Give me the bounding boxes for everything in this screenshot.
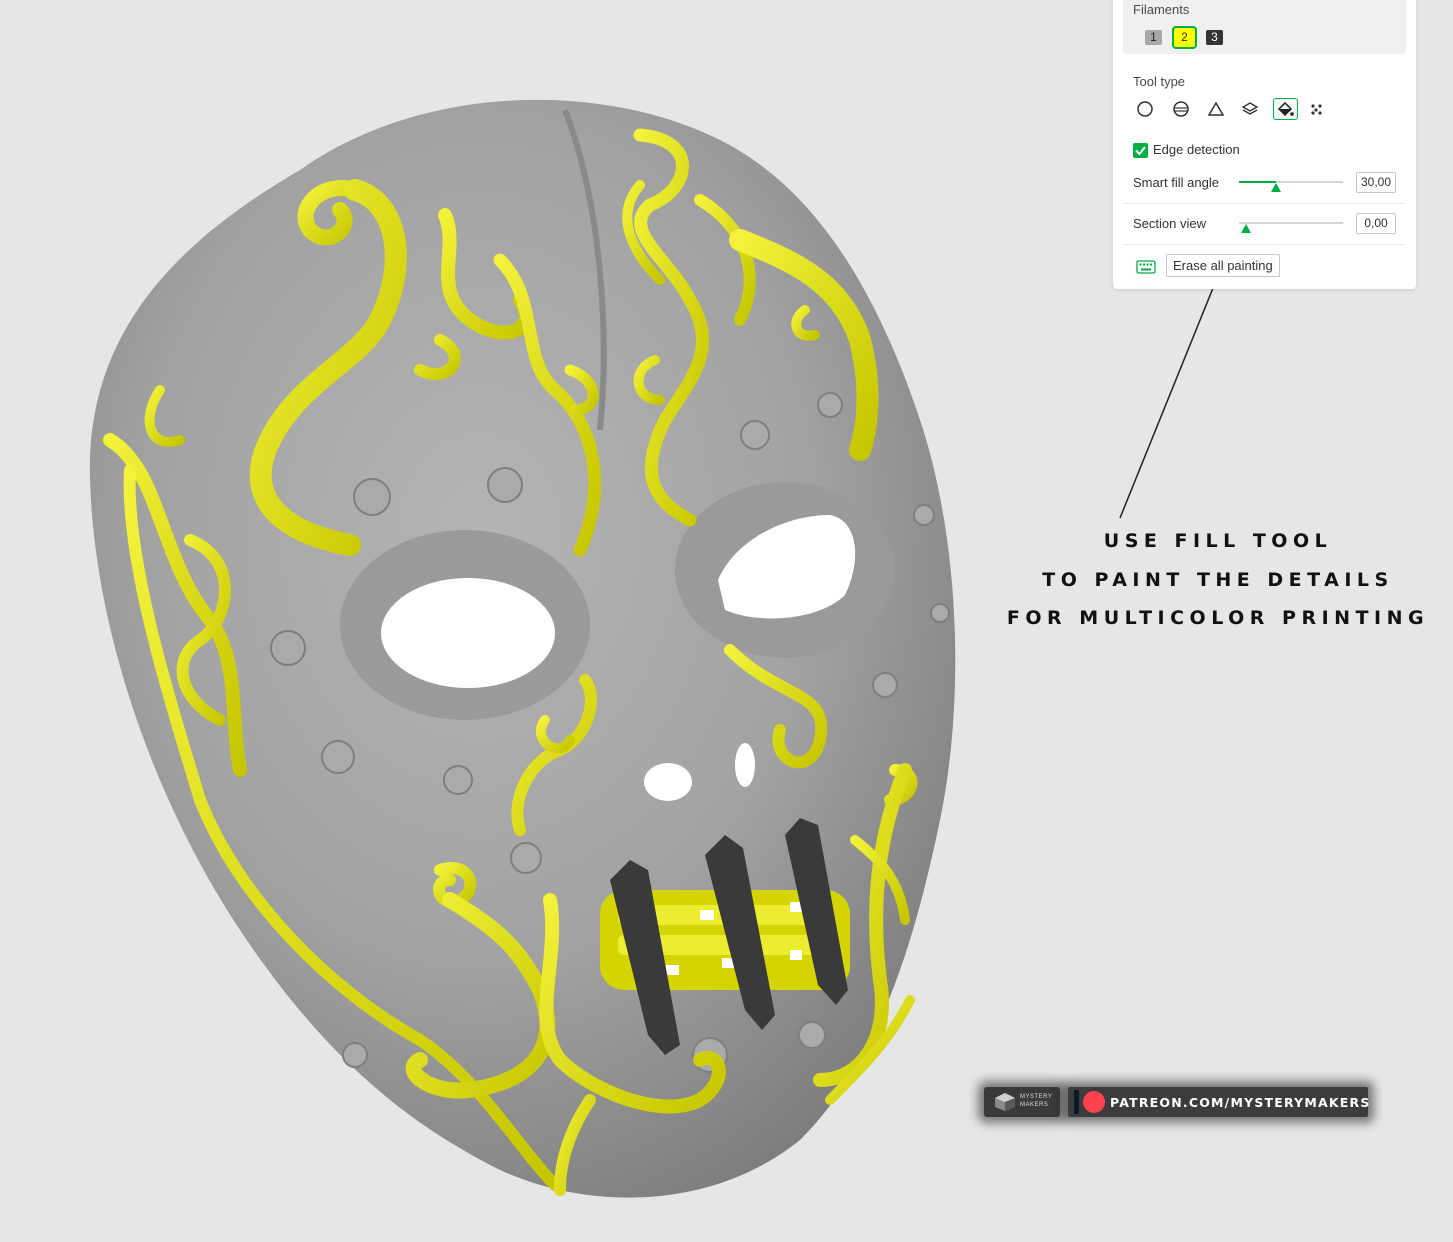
section-view-slider[interactable] bbox=[1239, 222, 1343, 233]
filament-3-button[interactable]: 3 bbox=[1206, 30, 1223, 45]
logo-line-1: MYSTERY bbox=[1020, 1094, 1053, 1100]
left-eye-hole bbox=[381, 578, 555, 688]
filaments-section: Filaments 1 2 3 bbox=[1123, 0, 1406, 54]
circle-tool-button[interactable] bbox=[1133, 98, 1157, 120]
paint-panel: Filaments 1 2 3 Tool type Edge detection… bbox=[1113, 0, 1416, 289]
triangle-tool-button[interactable] bbox=[1204, 98, 1228, 120]
smart-fill-angle-input[interactable]: 30,00 bbox=[1356, 172, 1396, 193]
divider bbox=[1123, 203, 1406, 204]
filament-2-button[interactable]: 2 bbox=[1172, 26, 1197, 49]
section-view-input[interactable]: 0,00 bbox=[1356, 213, 1396, 234]
logo-line-2: MAKERS bbox=[1020, 1102, 1049, 1108]
annotation-line-2: TO PAINT THE DETAILS bbox=[1042, 568, 1394, 591]
checkmark-icon bbox=[1135, 146, 1146, 156]
cube-logo-icon bbox=[995, 1093, 1015, 1111]
fill-tool-button[interactable] bbox=[1273, 98, 1298, 120]
edge-detection-checkbox[interactable] bbox=[1133, 143, 1148, 158]
patreon-banner: PATREON.COM/MYSTERYMAKERS bbox=[1068, 1087, 1371, 1117]
section-view-slider-thumb[interactable] bbox=[1241, 224, 1251, 233]
patreon-url: PATREON.COM/MYSTERYMAKERS bbox=[1110, 1095, 1371, 1110]
erase-all-painting-button[interactable]: Erase all painting bbox=[1166, 254, 1280, 277]
smart-fill-angle-label: Smart fill angle bbox=[1133, 175, 1219, 190]
tool-type-label: Tool type bbox=[1133, 74, 1186, 89]
height-range-tool-button[interactable] bbox=[1238, 98, 1262, 120]
sphere-tool-button[interactable] bbox=[1169, 98, 1193, 120]
gap-fill-tool-button[interactable] bbox=[1305, 98, 1329, 120]
smart-fill-angle-slider-thumb[interactable] bbox=[1271, 183, 1282, 192]
logo-text: MYSTERY MAKERS bbox=[1020, 1093, 1052, 1109]
mystery-makers-logo: MYSTERY MAKERS bbox=[984, 1087, 1060, 1117]
brand-watermark: MYSTERY MAKERS PATREON.COM/MYSTERYMAKERS bbox=[978, 1081, 1370, 1125]
divider bbox=[1123, 244, 1406, 245]
sphere-icon bbox=[1173, 101, 1189, 117]
filament-1-button[interactable]: 1 bbox=[1145, 30, 1162, 45]
gap-fill-icon bbox=[1311, 104, 1322, 115]
keyboard-icon[interactable] bbox=[1136, 260, 1156, 274]
annotation-line-1: USE FILL TOOL bbox=[1103, 530, 1333, 552]
patreon-icon bbox=[1083, 1091, 1105, 1113]
height-range-icon bbox=[1241, 102, 1259, 115]
edge-detection-label: Edge detection bbox=[1153, 142, 1240, 157]
fill-bucket-icon bbox=[1277, 101, 1294, 117]
patreon-bar-mark bbox=[1074, 1090, 1079, 1114]
smart-fill-angle-slider[interactable] bbox=[1239, 181, 1343, 192]
annotation-text: USE FILL TOOL TO PAINT THE DETAILS FOR M… bbox=[1000, 522, 1436, 638]
triangle-icon bbox=[1207, 101, 1225, 116]
section-view-label: Section view bbox=[1133, 216, 1206, 231]
annotation-line-3: FOR MULTICOLOR PRINTING bbox=[1006, 607, 1430, 629]
filaments-label: Filaments bbox=[1133, 2, 1190, 17]
circle-icon bbox=[1137, 101, 1153, 117]
